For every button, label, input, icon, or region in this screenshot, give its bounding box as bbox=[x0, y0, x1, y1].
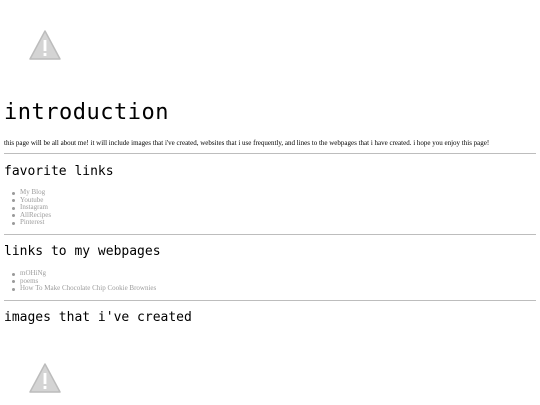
list-item: Pinterest bbox=[12, 219, 51, 227]
images-created-heading: images that i've created bbox=[4, 310, 192, 325]
list-item: How To Make Chocolate Chip Cookie Browni… bbox=[12, 284, 156, 293]
webpages-heading: links to my webpages bbox=[4, 244, 161, 259]
intro-text: this page will be all about me! it will … bbox=[4, 139, 490, 147]
webpages-list: mOHiNg poems How To Make Chocolate Chip … bbox=[12, 269, 156, 293]
divider bbox=[4, 153, 536, 154]
broken-image-icon bbox=[28, 28, 62, 62]
divider bbox=[4, 234, 536, 235]
broken-image-icon bbox=[28, 361, 62, 395]
link-cookie-brownies[interactable]: How To Make Chocolate Chip Cookie Browni… bbox=[20, 284, 156, 292]
page-title: introduction bbox=[4, 100, 169, 125]
divider bbox=[4, 300, 536, 301]
favorite-links-heading: favorite links bbox=[4, 164, 114, 179]
favorite-links-list: My Blog Youtube Instagram AllRecipes Pin… bbox=[12, 188, 51, 227]
link-pinterest[interactable]: Pinterest bbox=[20, 218, 45, 227]
